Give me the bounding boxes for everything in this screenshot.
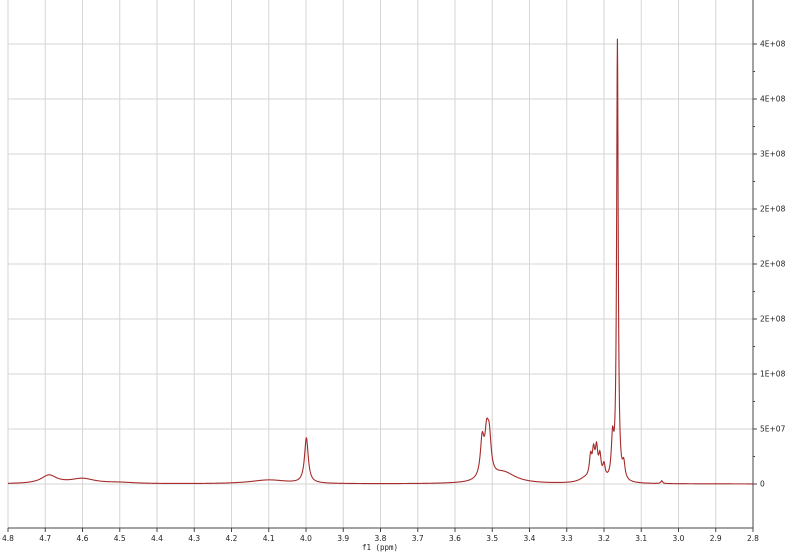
x-tick-label: 4.1 [263, 534, 275, 543]
x-tick-label: 2.8 [747, 534, 759, 543]
x-tick-label: 3.1 [635, 534, 647, 543]
x-tick-label: 3.4 [524, 534, 536, 543]
y-tick-label: 2E+08 [760, 205, 786, 214]
nmr-chart: 4.8 4.7 4.6 4.5 4.4 4.3 4.2 4.1 4.0 3.9 3.8 3.7 3.6 3… [2, 0, 786, 552]
x-tick-label: 3.0 [673, 534, 685, 543]
x-tick-label: 3.3 [561, 534, 573, 543]
x-tick-label: 3.8 [375, 534, 387, 543]
x-tick-label: 3.5 [486, 534, 498, 543]
x-tick-label: 3.2 [598, 534, 610, 543]
x-tick-label: 2.9 [710, 534, 722, 543]
x-tick-label: 3.9 [337, 534, 349, 543]
x-tick-label: 3.6 [449, 534, 461, 543]
y-tick-label: 2E+08 [760, 315, 786, 324]
x-tick-label: 3.7 [412, 534, 424, 543]
x-tick-label: 4.8 [2, 534, 14, 543]
y-tick-label: 4E+08 [760, 40, 786, 49]
y-tick-label: 4E+08 [760, 95, 786, 104]
y-axis-ticks: 0 5E+07 1E+08 2E+08 2E+08 2E+08 3E+08 4E+08 4E+0… [753, 40, 786, 489]
y-tick-label: 5E+07 [760, 425, 786, 434]
y-tick-label: 0 [760, 480, 765, 489]
y-tick-label: 1E+08 [760, 370, 786, 379]
x-tick-label: 4.2 [226, 534, 238, 543]
x-tick-label: 4.6 [77, 534, 89, 543]
y-tick-label: 2E+08 [760, 260, 786, 269]
y-tick-label: 3E+08 [760, 150, 786, 159]
x-axis-ticks: 4.8 4.7 4.6 4.5 4.4 4.3 4.2 4.1 4.0 3.9 3.8 3.7 3.6 3… [2, 528, 759, 543]
x-tick-label: 4.3 [188, 534, 200, 543]
x-tick-label: 4.5 [114, 534, 126, 543]
x-tick-label: 4.7 [39, 534, 51, 543]
grid-lines [7, 0, 754, 528]
x-axis-title: f1 (ppm) [362, 543, 398, 552]
x-tick-label: 4.0 [300, 534, 312, 543]
x-tick-label: 4.4 [151, 534, 163, 543]
